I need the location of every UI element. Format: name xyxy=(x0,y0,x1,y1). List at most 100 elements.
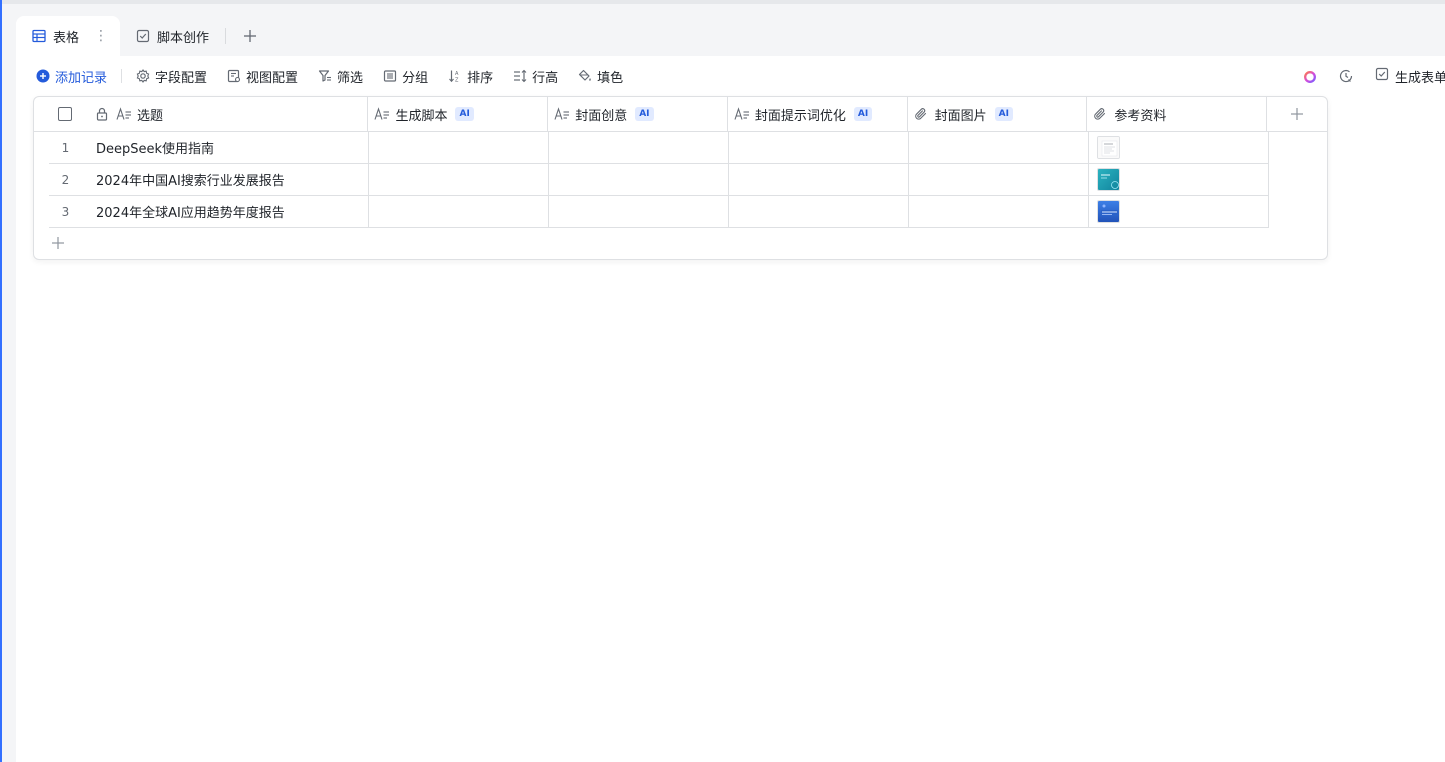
fill-color-label: 填色 xyxy=(597,70,624,86)
generate-form-button[interactable]: 生成表单 xyxy=(1375,67,1445,86)
column-header-references[interactable]: 参考资料 xyxy=(1087,97,1268,131)
left-accent-bar xyxy=(0,0,2,762)
cell-generate-script[interactable] xyxy=(369,132,549,164)
table-row[interactable]: 2 2024年中国AI搜索行业发展报告 xyxy=(34,164,1269,196)
tab-table-label: 表格 xyxy=(53,30,80,46)
gear-icon xyxy=(136,69,150,83)
topic-text: DeepSeek使用指南 xyxy=(96,142,215,157)
group-label: 分组 xyxy=(402,70,429,86)
cell-cover-prompt[interactable] xyxy=(729,132,909,164)
cell-topic[interactable]: 1 DeepSeek使用指南 xyxy=(49,132,369,164)
column-header-cover-prompt[interactable]: 封面提示词优化 AI xyxy=(728,97,908,131)
checkbox-form-icon xyxy=(1375,67,1389,85)
tab-divider xyxy=(225,28,227,44)
paint-bucket-icon xyxy=(578,69,592,83)
add-record-button[interactable]: 添加记录 xyxy=(36,67,107,86)
report-thumbnail[interactable] xyxy=(1097,200,1120,223)
text-field-icon xyxy=(116,107,132,121)
add-column-button[interactable] xyxy=(1267,97,1327,131)
field-config-label: 字段配置 xyxy=(155,70,208,86)
ai-badge: AI xyxy=(853,107,873,121)
column-header-label: 封面创意 xyxy=(575,108,628,124)
tab-table[interactable]: 表格 ⋮ xyxy=(16,16,120,56)
filter-icon xyxy=(318,69,332,83)
svg-text:Z: Z xyxy=(455,78,459,84)
sort-icon: AZ xyxy=(448,69,462,83)
data-table: 选题 生成脚本 AI 封面创意 AI 封面提示词优化 AI 封面图片 AI 参考… xyxy=(33,96,1328,260)
toolbar-right: 生成表单 xyxy=(1281,66,1445,86)
ai-ring-icon xyxy=(1303,69,1317,83)
row-height-icon xyxy=(513,69,527,83)
column-header-cover-image[interactable]: 封面图片 AI xyxy=(908,97,1088,131)
cell-cover-image[interactable] xyxy=(909,196,1089,228)
column-header-generate-script[interactable]: 生成脚本 AI xyxy=(368,97,549,131)
table-row[interactable]: 3 2024年全球AI应用趋势年度报告 xyxy=(34,196,1269,228)
more-vertical-icon[interactable]: ⋮ xyxy=(94,29,108,43)
column-header-topic[interactable]: 选题 xyxy=(34,97,369,131)
history-button[interactable] xyxy=(1339,69,1353,83)
cell-cover-prompt[interactable] xyxy=(729,196,909,228)
cell-references[interactable] xyxy=(1089,164,1269,196)
cell-cover-idea[interactable] xyxy=(549,196,729,228)
generate-form-label: 生成表单 xyxy=(1395,70,1445,86)
table-header-row: 选题 生成脚本 AI 封面创意 AI 封面提示词优化 AI 封面图片 AI 参考… xyxy=(34,97,1327,132)
cell-generate-script[interactable] xyxy=(369,196,549,228)
cell-cover-idea[interactable] xyxy=(549,132,729,164)
attachment-icon xyxy=(914,107,930,121)
cell-topic[interactable]: 2 2024年中国AI搜索行业发展报告 xyxy=(49,164,369,196)
view-toolbar: 添加记录 字段配置 视图配置 筛选 分组 A Z 排序 行高 填色 xyxy=(36,66,643,86)
group-button[interactable]: 分组 xyxy=(383,67,428,86)
add-row-button[interactable] xyxy=(48,233,68,253)
view-config-label: 视图配置 xyxy=(246,70,299,86)
ai-badge: AI xyxy=(635,107,654,121)
plus-circle-icon xyxy=(36,69,50,83)
column-header-label: 参考资料 xyxy=(1114,108,1167,124)
plus-icon xyxy=(244,30,257,42)
sort-button[interactable]: AZ 排序 xyxy=(448,67,493,86)
cell-cover-image[interactable] xyxy=(909,132,1089,164)
row-number: 2 xyxy=(61,172,70,187)
select-all-checkbox[interactable] xyxy=(34,107,96,121)
cell-cover-idea[interactable] xyxy=(549,164,729,196)
fill-color-button[interactable]: 填色 xyxy=(578,67,623,86)
filter-button[interactable]: 筛选 xyxy=(318,67,363,86)
plus-icon xyxy=(1291,108,1304,120)
toolbar-divider xyxy=(121,69,123,83)
tab-script-creation-label: 脚本创作 xyxy=(157,30,210,46)
cell-references[interactable] xyxy=(1089,132,1269,164)
main-panel: 添加记录 字段配置 视图配置 筛选 分组 A Z 排序 行高 填色 生成表单 选… xyxy=(16,56,1445,762)
sort-label: 排序 xyxy=(467,70,494,86)
row-height-button[interactable]: 行高 xyxy=(513,67,558,86)
cell-cover-prompt[interactable] xyxy=(729,164,909,196)
history-clock-icon xyxy=(1339,69,1353,83)
cell-generate-script[interactable] xyxy=(369,164,549,196)
lock-icon xyxy=(96,107,110,121)
ai-badge: AI xyxy=(994,107,1013,121)
add-view-button[interactable] xyxy=(238,24,262,48)
attachment-icon xyxy=(1093,107,1109,121)
row-height-label: 行高 xyxy=(532,70,559,86)
window-top-border xyxy=(0,0,1445,4)
column-header-label: 生成脚本 xyxy=(395,108,448,124)
row-number: 3 xyxy=(61,204,70,219)
ai-badge: AI xyxy=(455,107,474,121)
topic-text: 2024年全球AI应用趋势年度报告 xyxy=(96,206,285,221)
checkbox-box xyxy=(58,107,72,121)
row-number: 1 xyxy=(61,140,70,155)
view-config-button[interactable]: 视图配置 xyxy=(227,67,298,86)
ai-assistant-button[interactable] xyxy=(1303,69,1317,83)
document-thumbnail[interactable] xyxy=(1097,136,1120,159)
tab-script-creation[interactable]: 脚本创作 xyxy=(120,16,221,56)
column-header-cover-idea[interactable]: 封面创意 AI xyxy=(548,97,728,131)
table-row[interactable]: 1 DeepSeek使用指南 xyxy=(34,132,1269,164)
text-field-icon xyxy=(554,107,570,121)
field-config-button[interactable]: 字段配置 xyxy=(136,67,207,86)
filter-label: 筛选 xyxy=(337,70,364,86)
cell-cover-image[interactable] xyxy=(909,164,1089,196)
report-thumbnail[interactable] xyxy=(1097,168,1120,191)
view-settings-icon xyxy=(227,69,241,83)
cell-references[interactable] xyxy=(1089,196,1269,228)
cell-topic[interactable]: 3 2024年全球AI应用趋势年度报告 xyxy=(49,196,369,228)
checkbox-form-icon xyxy=(136,29,150,43)
table-icon xyxy=(32,29,46,43)
